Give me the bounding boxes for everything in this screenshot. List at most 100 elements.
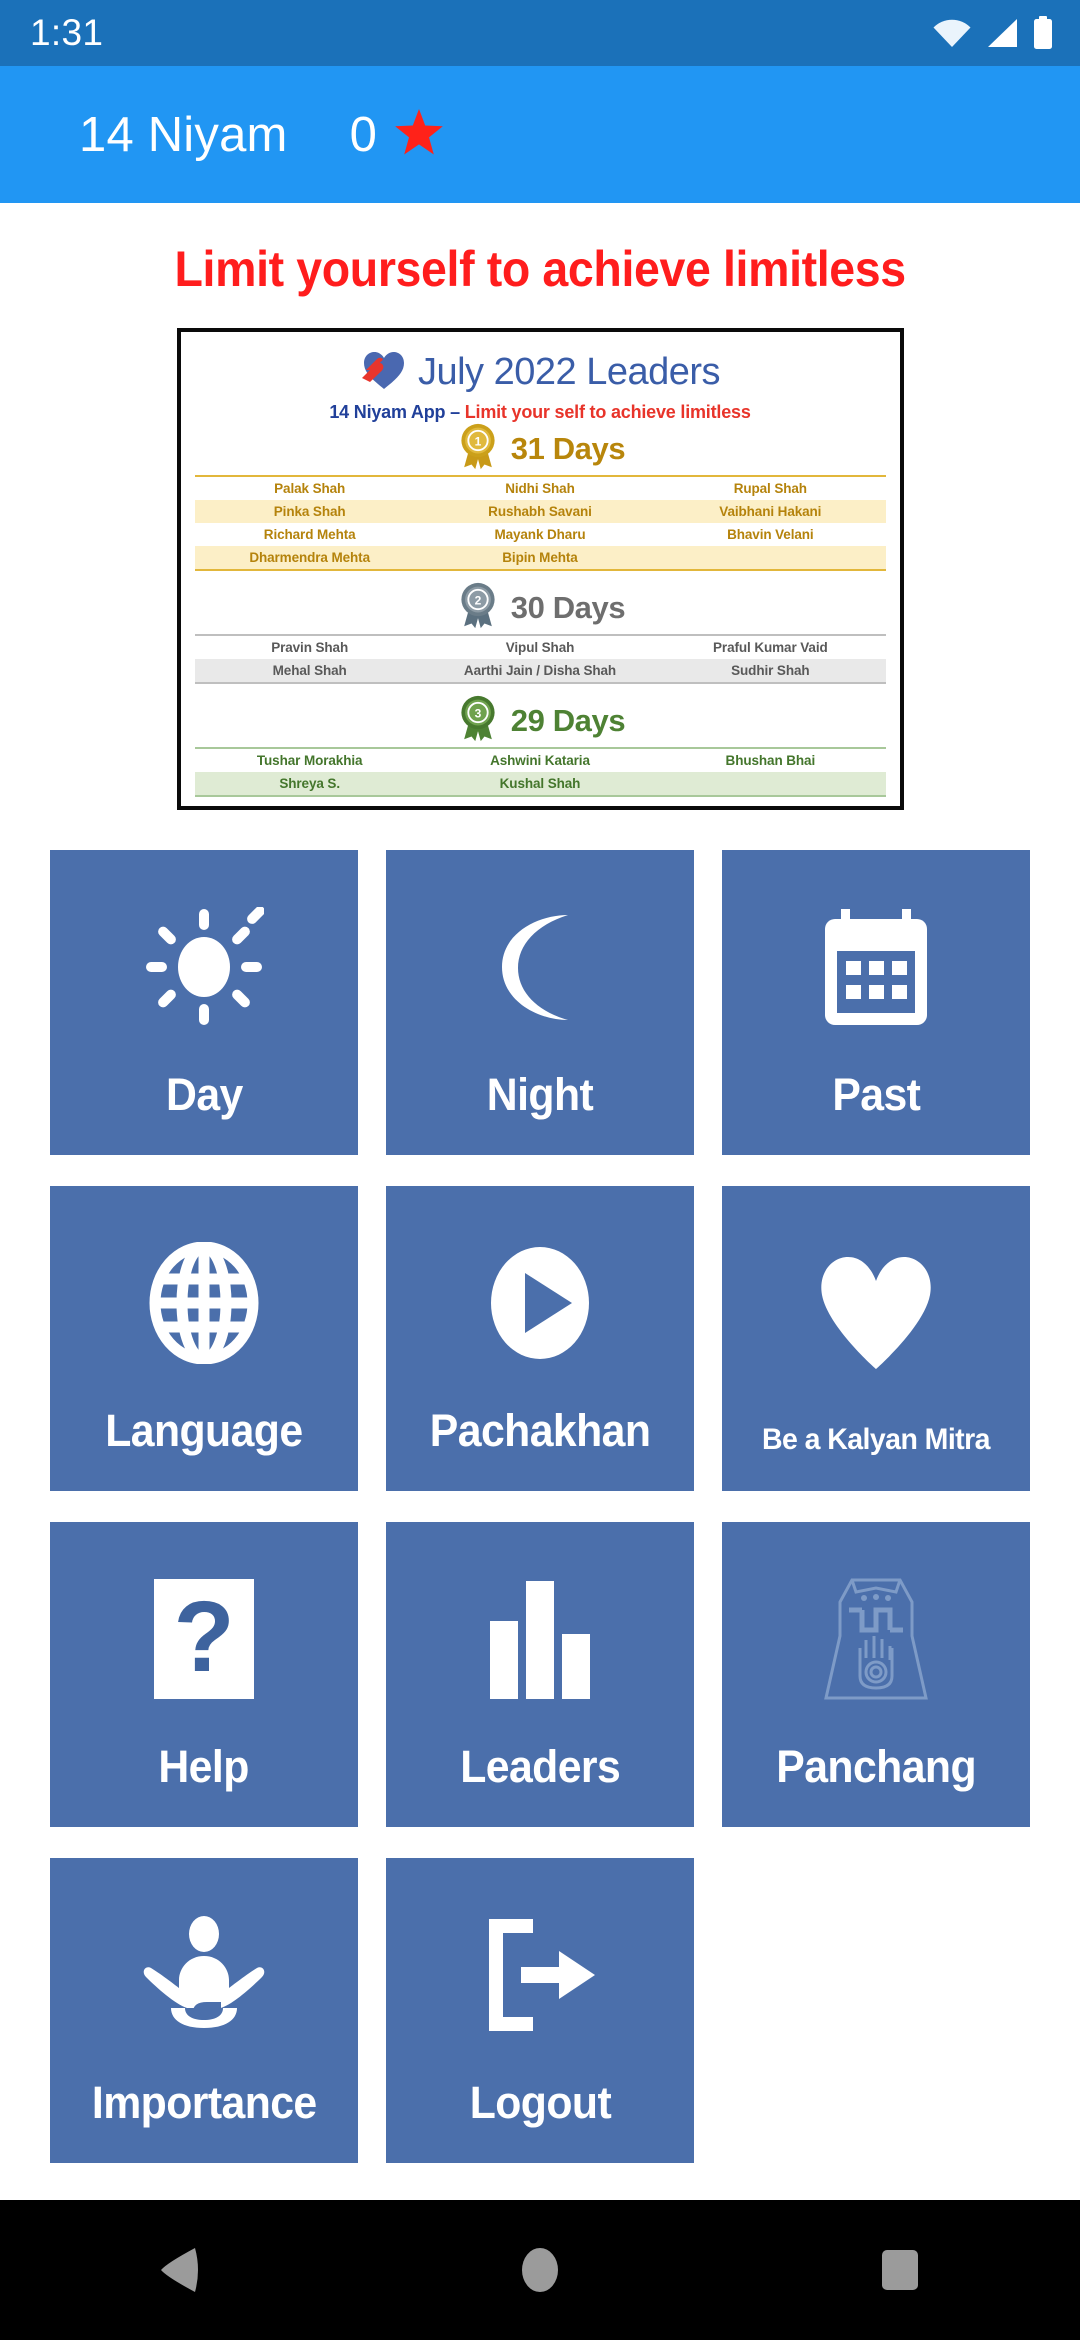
back-triangle-icon	[159, 2247, 201, 2293]
tile-be-a-kalyan-mitra[interactable]: Be a Kalyan Mitra	[722, 1186, 1030, 1491]
nav-recents-button[interactable]	[825, 2200, 975, 2340]
nav-back-button[interactable]	[105, 2200, 255, 2340]
main-content: Limit yourself to achieve limitless July…	[0, 203, 1080, 2200]
table-row: Pravin Shah Vipul Shah Praful Kumar Vaid	[194, 635, 886, 659]
status-clock: 1:31	[30, 12, 104, 53]
tile-label: Logout	[469, 2077, 611, 2128]
rank-title-bronze: 29 Days	[510, 703, 626, 738]
star-count: 0	[349, 107, 377, 162]
bronze-medal-3-icon: 3	[455, 695, 501, 748]
leader-name: Vaibhani Hakani	[655, 500, 886, 523]
leader-name: Bhavin Velani	[655, 523, 886, 546]
android-nav-bar	[0, 2200, 1080, 2340]
poster-header: July 2022 Leaders	[360, 348, 721, 397]
leader-name: Praful Kumar Vaid	[655, 635, 886, 659]
svg-text:1: 1	[474, 434, 481, 448]
tile-past[interactable]: Past	[722, 850, 1030, 1155]
tile-label: Past	[831, 1069, 921, 1120]
poster-title: July 2022 Leaders	[417, 351, 721, 393]
leader-name: Kushal Shah	[424, 772, 656, 796]
leaders-poster[interactable]: July 2022 Leaders 14 Niyam App – Limit y…	[176, 328, 904, 810]
recents-square-icon	[880, 2248, 920, 2292]
table-row: Dharmendra Mehta Bipin Mehta	[194, 546, 886, 570]
tile-logout[interactable]: Logout	[386, 1858, 694, 2163]
rank-block-bronze: 3 29 Days Tushar Morakhia Ashwini Katari…	[194, 695, 886, 797]
app-root: 1:31 14 Niyam 0 Limit yourself to achiev…	[0, 0, 1080, 2340]
rank-table-bronze: Tushar Morakhia Ashwini Kataria Bhushan …	[194, 747, 886, 797]
tile-label: Leaders	[460, 1741, 621, 1792]
rank-block-silver: 2 30 Days Pravin Shah Vipul Shah Praful …	[194, 582, 886, 684]
tile-label: Panchang	[776, 1741, 976, 1792]
tile-pachakhan[interactable]: Pachakhan	[386, 1186, 694, 1491]
status-icons	[932, 16, 1054, 50]
table-row: Richard Mehta Mayank Dharu Bhavin Velani	[194, 523, 886, 546]
meditation-icon	[50, 1858, 358, 2077]
leader-name: Sudhir Shah	[655, 659, 886, 683]
status-bar: 1:31	[0, 0, 1080, 66]
rank-title-gold: 31 Days	[510, 431, 626, 466]
logout-arrow-icon	[386, 1858, 694, 2077]
home-circle-icon	[520, 2247, 560, 2293]
svg-text:3: 3	[474, 706, 481, 720]
tile-label: Pachakhan	[429, 1405, 651, 1456]
tile-language[interactable]: Language	[50, 1186, 358, 1491]
tile-label: Be a Kalyan Mitra	[762, 1423, 990, 1456]
leader-name: Rupal Shah	[655, 476, 886, 500]
tile-label: Day	[165, 1069, 243, 1120]
tile-panchang[interactable]: Panchang	[722, 1522, 1030, 1827]
tile-leaders[interactable]: Leaders	[386, 1522, 694, 1827]
star-badge[interactable]: 0	[350, 107, 444, 163]
heart-hands-icon	[360, 348, 406, 397]
tile-help[interactable]: ? Help	[50, 1522, 358, 1827]
poster-subtitle-blue: 14 Niyam App –	[329, 402, 465, 422]
table-row: Shreya S. Kushal Shah	[194, 772, 886, 796]
leader-name: Aarthi Jain / Disha Shah	[424, 659, 656, 683]
leader-name	[655, 546, 886, 570]
tile-label: Night	[486, 1069, 594, 1120]
svg-text:2: 2	[474, 593, 481, 607]
menu-grid: Day Night Past Language Pachakhan Be a K…	[50, 850, 1030, 2163]
heart-icon	[722, 1186, 1030, 1423]
leader-name: Dharmendra Mehta	[194, 546, 425, 570]
rank-table-silver: Pravin Shah Vipul Shah Praful Kumar Vaid…	[194, 634, 886, 684]
poster-subtitle: 14 Niyam App – Limit your self to achiev…	[329, 402, 750, 423]
nav-home-button[interactable]	[465, 2200, 615, 2340]
rank-title-silver: 30 Days	[510, 590, 626, 625]
leader-name: Ashwini Kataria	[424, 748, 656, 772]
app-bar: 14 Niyam 0	[0, 66, 1080, 203]
tile-day[interactable]: Day	[50, 850, 358, 1155]
leader-name: Shreya S.	[194, 772, 425, 796]
globe-icon	[50, 1186, 358, 1405]
rank-heading-row-bronze: 3 29 Days	[195, 695, 886, 747]
gold-medal-1-icon: 1	[455, 423, 501, 476]
leader-name: Mayank Dharu	[424, 523, 656, 546]
leader-name: Pinka Shah	[194, 500, 425, 523]
moon-icon	[386, 850, 694, 1069]
rank-block-gold: 1 31 Days Palak Shah Nidhi Shah Rupal Sh…	[194, 423, 886, 571]
rank-heading-row-silver: 2 30 Days	[195, 582, 886, 634]
leader-name: Pravin Shah	[194, 635, 425, 659]
cellular-signal-icon	[985, 18, 1019, 48]
svg-text:?: ?	[173, 1581, 234, 1693]
leader-name: Vipul Shah	[424, 635, 656, 659]
leader-name: Bipin Mehta	[424, 546, 656, 570]
rank-table-gold: Palak Shah Nidhi Shah Rupal Shah Pinka S…	[194, 475, 886, 571]
leader-name: Nidhi Shah	[424, 476, 656, 500]
leader-name: Rushabh Savani	[424, 500, 656, 523]
battery-icon	[1032, 16, 1054, 50]
tile-night[interactable]: Night	[386, 850, 694, 1155]
tile-importance[interactable]: Importance	[50, 1858, 358, 2163]
tagline: Limit yourself to achieve limitless	[174, 241, 906, 297]
leader-name: Richard Mehta	[194, 523, 425, 546]
leader-name	[655, 772, 886, 796]
sun-icon	[50, 850, 358, 1069]
leader-name: Bhushan Bhai	[655, 748, 886, 772]
leader-name: Mehal Shah	[194, 659, 425, 683]
play-circle-icon	[386, 1186, 694, 1405]
star-icon	[394, 108, 444, 161]
leader-name: Tushar Morakhia	[194, 748, 425, 772]
bar-chart-icon	[386, 1522, 694, 1741]
calendar-icon	[722, 850, 1030, 1069]
tile-label: Help	[158, 1741, 250, 1792]
tile-label: Language	[105, 1405, 303, 1456]
